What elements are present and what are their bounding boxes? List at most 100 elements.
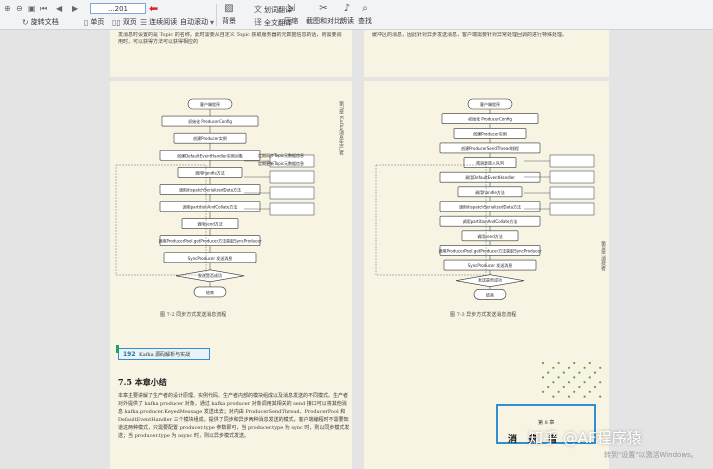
pattern-dot	[547, 371, 550, 374]
left-figure-caption: 图 7-2 同步方式发送消息流程	[160, 312, 227, 318]
autoscroll-button[interactable]: 自动滚动 ▾	[180, 17, 214, 27]
pattern-dot	[599, 395, 602, 398]
pattern-dot	[583, 395, 586, 398]
red-arrow-annotation: ⬅	[149, 2, 159, 15]
chevron-down-icon: ▾	[210, 17, 215, 27]
background-icon: ▨	[224, 3, 234, 14]
flow-left-node-label: 结束	[206, 289, 214, 295]
autoscroll-label: 自动滚动	[180, 18, 208, 26]
search-icon: ⌕	[362, 3, 368, 14]
next-page-icon: ▶	[72, 4, 79, 13]
flow-left-side-note: 定期更新Topic元数据信息	[258, 160, 304, 166]
pattern-dot	[552, 366, 555, 369]
pattern-dot	[557, 361, 560, 365]
flow-left-node-label: 创建DefaultEventHandler实例对象	[177, 152, 243, 158]
zoom-in-button[interactable]: ⊕	[4, 4, 11, 13]
flow-left-side-box	[269, 186, 315, 200]
pattern-dot	[541, 390, 545, 393]
read-aloud-label: 朗读	[340, 17, 354, 25]
pattern-dot	[599, 366, 602, 369]
pattern-dot	[552, 381, 555, 384]
pattern-dot	[583, 366, 586, 369]
compress-label: 压缩	[284, 17, 298, 25]
flow-left-side-note: 定期同步Topic元数据信息	[258, 152, 304, 158]
summary-paragraph: 本章主要讲解了生产者的设计原理、实例代码、生产者内部的模块组成以及消息发送的不同…	[118, 393, 350, 439]
pattern-dot	[547, 385, 550, 389]
page-top-left: 发消息时设置的是 Topic 的名称，此时需要从自定义 Topic 获取服务器的…	[110, 30, 352, 77]
pattern-dot	[578, 371, 581, 374]
pattern-dot	[599, 381, 602, 384]
flow-right-node-label: 调用partitionAndCollate方法	[463, 218, 518, 224]
prev-page-icon: ◀	[56, 4, 63, 13]
pattern-dot	[573, 361, 576, 365]
pattern-dot	[588, 361, 591, 365]
chapter-label: 第 8 章	[538, 420, 555, 426]
async-send-flowchart: 客户端程序初始化 ProducerConfig 创建Producer实例创建Pro…	[375, 98, 595, 300]
screenshot-icon: ✂	[319, 3, 328, 14]
flow-left-node-label: 初始化 ProducerConfig	[188, 118, 232, 124]
search-label: 查找	[358, 17, 372, 25]
flow-right-node-label: 将消息放入队列	[476, 160, 504, 166]
first-page-button[interactable]: ⏮	[40, 4, 47, 14]
double-page-label: 双页	[122, 18, 137, 26]
translate-icon: 文	[254, 5, 262, 14]
pattern-dot	[567, 381, 571, 384]
flow-right-node-label: 调用ProducerPool.getProducer方法获取SyncProduc…	[439, 247, 542, 253]
first-page-icon: ⏮	[40, 4, 48, 13]
flow-left-node-label: 调用ProducerPool.getProducer方法获取SyncProduc…	[159, 238, 262, 244]
background-button[interactable]: ▨ 背景	[222, 3, 236, 26]
flow-left-side-box	[269, 170, 315, 184]
double-page-icon: ▯▯	[112, 17, 121, 27]
zhihu-watermark: 知乎 @AF程序猿	[528, 429, 642, 447]
toolbar-divider	[216, 4, 217, 26]
right-figure-caption: 图 7-3 异步方式发送消息流程	[450, 312, 517, 318]
pattern-dot	[541, 361, 545, 365]
double-page-button[interactable]: ▯▯ 双页	[112, 17, 137, 27]
single-page-icon: ▯	[84, 17, 89, 27]
screenshot-compare-button[interactable]: ✂ 截图和对比	[306, 3, 341, 26]
flow-left-node-label: 调用send方法	[197, 221, 223, 227]
pattern-dot	[588, 390, 591, 393]
search-button[interactable]: ⌕ 查找	[358, 3, 372, 26]
pattern-dot	[557, 376, 560, 379]
pattern-dot	[593, 371, 597, 374]
pattern-dot	[567, 395, 571, 398]
flow-right-side-box	[549, 154, 595, 168]
rotate-button[interactable]: ↻ 旋转文档	[22, 17, 59, 27]
book-title: Kafka 源码解析与实战	[139, 352, 191, 358]
pattern-dot	[588, 376, 591, 379]
pattern-dot	[593, 385, 597, 389]
zoom-out-icon: ⊖	[16, 4, 23, 13]
toolbar: ⊕ ⊖ ▣ ⏮ ◀ ▶ ⬅ ↻旋转文档 ▯单页 ▯▯双页 ☰连续阅读 自动滚动▾…	[0, 0, 713, 30]
sync-send-flowchart: 客户端程序初始化 ProducerConfig 创建Producer实例创建Def…	[115, 98, 315, 298]
flow-right-node-label: 初始化 ProducerConfig	[468, 116, 512, 122]
next-page-button[interactable]: ▶	[72, 4, 78, 13]
flow-right-node-label: 调用dispatchSerializedData方法	[459, 204, 521, 210]
pattern-dot	[562, 371, 565, 374]
read-aloud-icon: ♪	[343, 3, 351, 14]
pattern-dot	[562, 385, 565, 389]
flow-right-node-label: 调用DefaultEventHandler	[465, 174, 515, 180]
compress-button[interactable]: ⇲ 压缩	[284, 3, 298, 26]
single-page-button[interactable]: ▯ 单页	[84, 17, 104, 27]
zoom-in-icon: ⊕	[4, 4, 11, 13]
fit-page-icon: ▣	[28, 4, 36, 13]
green-marker	[116, 345, 119, 353]
flow-right-side-box	[549, 186, 595, 200]
fit-page-button[interactable]: ▣	[28, 4, 36, 13]
pattern-dot	[583, 381, 586, 384]
flow-left-node-label: 调用partitionAndCollate方法	[183, 204, 238, 210]
page-top-right-text: 缓冲区的消息，因此针对异步发送消息，客户端需要针对异常处理回调的进行特殊处理。	[372, 32, 568, 38]
pattern-dot	[573, 376, 576, 379]
flow-right-side-box	[549, 202, 595, 216]
screenshot-compare-label: 截图和对比	[306, 17, 341, 25]
prev-page-button[interactable]: ◀	[56, 4, 62, 13]
rotate-label: 旋转文档	[30, 18, 59, 26]
flow-left-node-label: 客户端程序	[200, 101, 220, 107]
page-top-left-text: 发消息时设置的是 Topic 的名称，此时需要从自定义 Topic 获取服务器的…	[118, 32, 342, 45]
read-aloud-button[interactable]: ♪ 朗读	[340, 3, 354, 26]
page-number-input[interactable]	[90, 3, 146, 14]
continuous-button[interactable]: ☰ 连续阅读	[140, 17, 177, 27]
flow-right-node-label: 创建Producer实例	[473, 130, 507, 136]
zoom-out-button[interactable]: ⊖	[16, 4, 23, 13]
